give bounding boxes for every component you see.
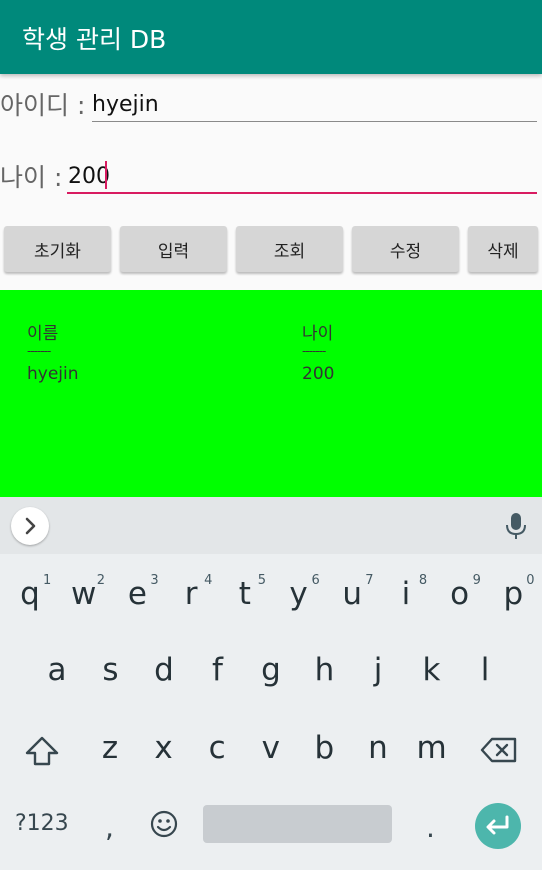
age-label: 나이 : bbox=[0, 163, 63, 192]
key-hint: 7 bbox=[365, 573, 374, 588]
init-button[interactable]: 초기화 bbox=[4, 226, 111, 272]
key-hint: 1 bbox=[43, 573, 52, 588]
key-hint: 6 bbox=[311, 573, 320, 588]
key-row3-6[interactable]: m bbox=[405, 718, 459, 778]
microphone-icon[interactable] bbox=[502, 511, 530, 541]
enter-button[interactable] bbox=[475, 803, 521, 849]
keyboard-suggestion-strip bbox=[0, 497, 542, 554]
shift-icon[interactable] bbox=[24, 735, 60, 767]
key-hint: 0 bbox=[526, 573, 535, 588]
key-hint: 4 bbox=[204, 573, 213, 588]
backspace-icon[interactable] bbox=[480, 736, 518, 764]
age-input-underline bbox=[67, 192, 537, 194]
key-row3-0[interactable]: z bbox=[83, 718, 137, 778]
key-hint: 2 bbox=[96, 573, 105, 588]
key-row2-6[interactable]: j bbox=[351, 640, 405, 700]
id-input[interactable] bbox=[92, 90, 536, 118]
key-row2-5[interactable]: h bbox=[298, 640, 352, 700]
key-row2-2[interactable]: d bbox=[137, 640, 191, 700]
key-hint: 3 bbox=[150, 573, 159, 588]
key-row3-3[interactable]: v bbox=[244, 718, 298, 778]
age-column-separator: ------- bbox=[302, 344, 326, 358]
result-panel: 이름 ------- hyejin 나이 ------- 200 bbox=[0, 290, 542, 497]
key-row2-0[interactable]: a bbox=[30, 640, 84, 700]
key-row2-3[interactable]: f bbox=[191, 640, 245, 700]
app-bar: 학생 관리 DB bbox=[0, 0, 542, 74]
age-column-header: 나이 bbox=[302, 324, 334, 344]
text-cursor bbox=[105, 161, 107, 189]
age-cell: 200 bbox=[302, 364, 335, 384]
app-title: 학생 관리 DB bbox=[22, 25, 167, 54]
key-hint: 9 bbox=[472, 573, 481, 588]
update-button[interactable]: 수정 bbox=[352, 226, 459, 272]
key-row2-8[interactable]: l bbox=[458, 640, 512, 700]
key-row3-4[interactable]: b bbox=[297, 718, 351, 778]
enter-icon bbox=[486, 815, 509, 835]
key-row2-1[interactable]: s bbox=[84, 640, 138, 700]
emoji-icon[interactable] bbox=[148, 808, 180, 840]
key-hint: 8 bbox=[418, 573, 428, 588]
key-row2-7[interactable]: k bbox=[405, 640, 459, 700]
name-column-separator: ------- bbox=[27, 344, 51, 358]
symbols-key[interactable]: ?123 bbox=[15, 811, 69, 836]
period-key[interactable]: . bbox=[426, 811, 435, 844]
chevron-right-icon[interactable] bbox=[11, 507, 49, 545]
key-row3-5[interactable]: n bbox=[351, 718, 405, 778]
key-row2-4[interactable]: g bbox=[244, 640, 298, 700]
id-input-underline bbox=[92, 121, 537, 122]
space-key[interactable] bbox=[203, 805, 392, 843]
select-button[interactable]: 조회 bbox=[236, 226, 343, 272]
comma-key[interactable]: , bbox=[105, 811, 114, 844]
name-column-header: 이름 bbox=[27, 324, 59, 344]
key-row3-2[interactable]: c bbox=[190, 718, 244, 778]
key-hint: 5 bbox=[257, 573, 267, 588]
soft-keyboard: q1w2e3r4t5y6u7i8o9p0 asdfghjkl zxcvbnm ?… bbox=[0, 497, 542, 870]
insert-button[interactable]: 입력 bbox=[120, 226, 227, 272]
age-input[interactable] bbox=[68, 162, 536, 190]
delete-button[interactable]: 삭제 bbox=[468, 226, 538, 272]
id-label: 아이디 : bbox=[0, 91, 86, 120]
key-row3-1[interactable]: x bbox=[137, 718, 191, 778]
name-cell: hyejin bbox=[27, 364, 79, 384]
